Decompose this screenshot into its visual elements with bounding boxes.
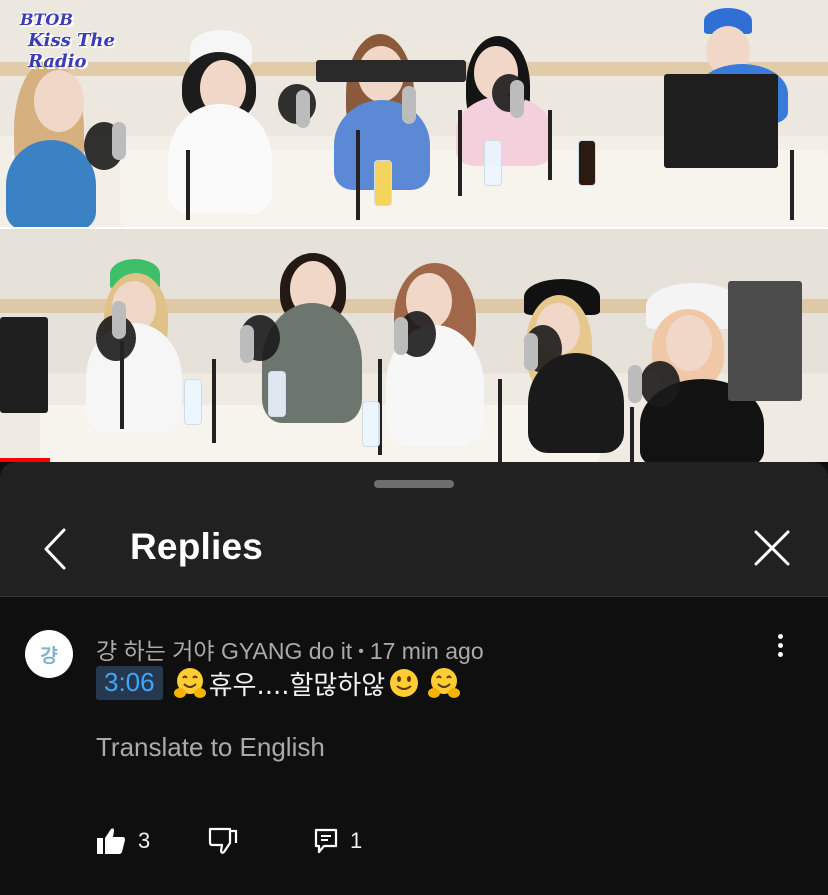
close-icon: [754, 530, 790, 566]
comment-body: 3:06 휴우....할많하않: [96, 665, 462, 702]
comment-meta: 걍 하는 거야 GYANG do it • 17 min ago: [96, 632, 484, 666]
logo-line-1: BTOB: [20, 10, 73, 29]
translate-link[interactable]: Translate to English: [96, 732, 325, 763]
like-button[interactable]: 3: [96, 824, 150, 858]
hugging-face-emoji: [428, 668, 461, 698]
hugging-face-emoji: [173, 668, 206, 698]
close-button[interactable]: [752, 528, 792, 568]
meta-separator: •: [358, 643, 364, 660]
video-player[interactable]: BTOB Kiss The Radio: [0, 0, 828, 462]
timestamp-link[interactable]: 3:06: [96, 666, 163, 700]
thumbs-down-icon: [208, 827, 238, 854]
comment-author[interactable]: 걍 하는 거야 GYANG do it: [96, 638, 352, 664]
comment-text-line: 휴우....할많하않: [173, 665, 462, 702]
sheet-title: Replies: [130, 526, 264, 567]
comment-item: 걍 걍 하는 거야 GYANG do it • 17 min ago 3:06 휴우…: [0, 596, 828, 895]
slightly-smiling-face-emoji: [390, 669, 419, 697]
reply-count: 1: [350, 828, 363, 853]
sheet-header: Replies: [0, 462, 828, 597]
drag-handle[interactable]: [374, 480, 454, 488]
replies-sheet: Replies 걍 걍 하는 거야 GYANG do it • 17 min ago…: [0, 462, 828, 895]
dislike-button[interactable]: [208, 824, 238, 858]
chevron-left-icon: [44, 528, 66, 570]
avatar[interactable]: 걍: [25, 630, 73, 678]
video-frame-bottom: [0, 229, 828, 462]
avatar-text: 걍: [40, 644, 58, 667]
like-count: 3: [138, 828, 151, 853]
back-button[interactable]: [38, 526, 74, 572]
comment-time: 17 min ago: [369, 638, 484, 664]
reply-button[interactable]: 1: [314, 824, 362, 858]
more-vertical-icon: [772, 634, 788, 657]
more-options-button[interactable]: [772, 632, 788, 662]
thumbs-up-icon: [97, 828, 125, 854]
logo-line-2: Kiss The Radio: [28, 30, 115, 72]
show-logo: BTOB Kiss The Radio: [18, 8, 148, 72]
comment-icon: [314, 828, 338, 854]
comment-text: 휴우....할많하않: [208, 670, 386, 701]
